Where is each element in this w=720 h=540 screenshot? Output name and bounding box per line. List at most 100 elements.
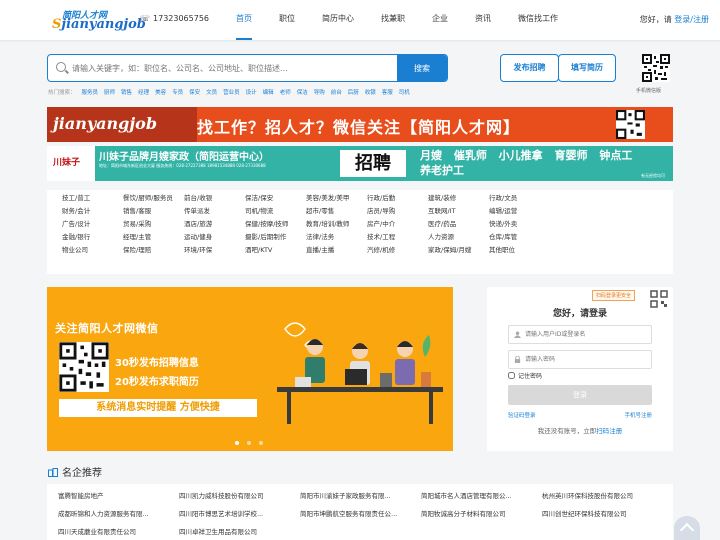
category-link[interactable]: 运动/健身	[184, 233, 245, 241]
company-link[interactable]: 简阳牧诚高分子材料有限公司	[421, 510, 542, 518]
hot-keyword[interactable]: 服务员	[82, 90, 99, 96]
company-link[interactable]: 成都昕锦和人力资源服务有限...	[58, 510, 179, 518]
category-link[interactable]: 直播/主播	[306, 246, 367, 254]
category-link[interactable]: 保险/理赔	[123, 246, 184, 254]
category-link[interactable]: 教育/培训/教师	[306, 220, 367, 228]
company-link[interactable]: 四川阳市博思艺术培训学校...	[179, 510, 300, 518]
username-input[interactable]	[525, 326, 645, 343]
company-link[interactable]: 四川天成蘑业有限责任公司	[58, 528, 179, 536]
category-link[interactable]: 环境/环保	[184, 246, 245, 254]
hot-keyword[interactable]: 导购	[314, 90, 325, 96]
category-link[interactable]: 餐饮/厨师/服务员	[123, 194, 184, 202]
category-link	[550, 220, 611, 228]
category-link[interactable]: 美容/美发/美甲	[306, 194, 367, 202]
category-link[interactable]: 汽修/机修	[367, 246, 428, 254]
category-link[interactable]: 酒吧/KTV	[245, 246, 306, 254]
category-link[interactable]: 快递/外卖	[489, 220, 550, 228]
hot-keyword[interactable]: 保洁	[297, 90, 308, 96]
company-link[interactable]: 四川卓祥卫生用品有限公司	[179, 528, 300, 536]
category-link[interactable]: 经理/主管	[123, 233, 184, 241]
category-link[interactable]: 前台/收银	[184, 194, 245, 202]
category-link[interactable]: 物业公司	[62, 246, 123, 254]
housekeeping-ad-banner[interactable]: 川妹子 川妹子品牌月嫂家政（简阳运营中心） 地址：简阳市城东新区创业大厦 服务热…	[47, 146, 673, 181]
scan-login-tip[interactable]: 扫码登录更安全	[592, 290, 636, 301]
category-link[interactable]: 金融/银行	[62, 233, 123, 241]
category-link[interactable]: 互联网/IT	[428, 207, 489, 215]
category-link[interactable]: 店员/导购	[367, 207, 428, 215]
category-link[interactable]: 酒店/旅游	[184, 220, 245, 228]
hot-keyword[interactable]: 保安	[189, 90, 200, 96]
ad-brand: 川妹子	[53, 158, 81, 168]
login-button[interactable]: 登录	[508, 385, 652, 405]
category-link[interactable]: 销售/客服	[123, 207, 184, 215]
category-link[interactable]: 家政/保姆/月嫂	[428, 246, 489, 254]
category-link[interactable]: 保洁/保安	[245, 194, 306, 202]
company-link[interactable]: 简阳城市名人酒店管理有限公...	[421, 492, 542, 500]
hot-keyword[interactable]: 设计	[246, 90, 257, 96]
company-link[interactable]: 四川创世纪环保科技有限公司	[542, 510, 663, 518]
category-link[interactable]: 广告/设计	[62, 220, 123, 228]
password-input[interactable]	[525, 351, 645, 368]
category-link[interactable]: 司机/物流	[245, 207, 306, 215]
hot-keyword[interactable]: 收银	[365, 90, 376, 96]
hot-keyword[interactable]: 文员	[206, 90, 217, 96]
mobile-register-link[interactable]: 手机号注册	[624, 411, 652, 419]
category-link[interactable]: 技工/普工	[62, 194, 123, 202]
hot-keyword[interactable]: 老师	[280, 90, 291, 96]
back-to-top-button[interactable]	[674, 516, 700, 540]
company-link[interactable]: 富腾智能房地产	[58, 492, 179, 500]
nav-wechat-jobs[interactable]: 微信找工作	[518, 0, 558, 40]
category-link[interactable]: 财务/会计	[62, 207, 123, 215]
nav-home[interactable]: 首页	[236, 0, 252, 40]
category-link[interactable]: 贸易/采购	[123, 220, 184, 228]
post-job-button[interactable]: 发布招聘	[500, 54, 559, 82]
nav-companies[interactable]: 企业	[432, 0, 448, 40]
category-link[interactable]: 建筑/装修	[428, 194, 489, 202]
category-link[interactable]: 房产/中介	[367, 220, 428, 228]
slider-dots[interactable]	[235, 439, 271, 447]
category-link[interactable]: 保健/按摩/技师	[245, 220, 306, 228]
hot-keyword[interactable]: 编辑	[263, 90, 274, 96]
hot-keyword[interactable]: 厨师	[104, 90, 115, 96]
company-link[interactable]: 简阳市坤鹏航空服务有限责任公...	[300, 510, 421, 518]
wechat-follow-banner[interactable]: jianyangjob 找工作？招人才？微信关注【简阳人才网】	[47, 107, 673, 142]
hot-keyword[interactable]: 专员	[172, 90, 183, 96]
scan-register-link[interactable]: 扫码注册	[596, 427, 622, 435]
category-link[interactable]: 传单派发	[184, 207, 245, 215]
hot-keyword[interactable]: 前台	[331, 90, 342, 96]
category-link[interactable]: 行政/文员	[489, 194, 550, 202]
hot-keyword[interactable]: 后厨	[348, 90, 359, 96]
hot-keyword[interactable]: 销售	[121, 90, 132, 96]
site-logo[interactable]: 简阳人才网 Sjianyangjob	[48, 8, 146, 34]
hot-keyword[interactable]: 美容	[155, 90, 166, 96]
company-link[interactable]: 四川凯力威科技股份有限公司	[179, 492, 300, 500]
remember-password[interactable]: 记住密码	[508, 371, 542, 380]
nav-part-time[interactable]: 找兼职	[381, 0, 405, 40]
hot-keyword[interactable]: 经理	[138, 90, 149, 96]
category-link[interactable]: 行政/后勤	[367, 194, 428, 202]
category-link[interactable]: 摄影/后期制作	[245, 233, 306, 241]
wechat-promo-slider[interactable]: 关注简阳人才网微信 30秒发布招聘信息 20秒发布求职简历 系统消息实时提醒 方…	[47, 287, 453, 451]
login-register-link[interactable]: 登录/注册	[674, 15, 709, 24]
category-link[interactable]: 仓库/库管	[489, 233, 550, 241]
category-link[interactable]: 超市/零售	[306, 207, 367, 215]
category-link[interactable]: 医疗/药品	[428, 220, 489, 228]
category-link[interactable]: 其他职位	[489, 246, 550, 254]
company-link[interactable]: 简阳市川渝妹子家政服务有限...	[300, 492, 421, 500]
category-link[interactable]: 人力资源	[428, 233, 489, 241]
nav-jobs[interactable]: 职位	[279, 0, 295, 40]
nav-news[interactable]: 资讯	[475, 0, 491, 40]
search-button[interactable]: 搜索	[397, 55, 447, 81]
hot-keyword[interactable]: 司机	[399, 90, 410, 96]
fill-resume-button[interactable]: 填写简历	[558, 54, 616, 82]
category-link[interactable]: 技术/工程	[367, 233, 428, 241]
category-link[interactable]: 编辑/运营	[489, 207, 550, 215]
hot-keyword[interactable]: 营业员	[223, 90, 240, 96]
category-link[interactable]: 法律/法务	[306, 233, 367, 241]
code-login-link[interactable]: 验证码登录	[508, 411, 536, 419]
remember-checkbox[interactable]	[508, 372, 515, 379]
search-input[interactable]	[72, 55, 392, 81]
company-link[interactable]: 杭州英川环保科技股份有限公司	[542, 492, 663, 500]
nav-resume-center[interactable]: 简历中心	[322, 0, 354, 40]
hot-keyword[interactable]: 客服	[382, 90, 393, 96]
